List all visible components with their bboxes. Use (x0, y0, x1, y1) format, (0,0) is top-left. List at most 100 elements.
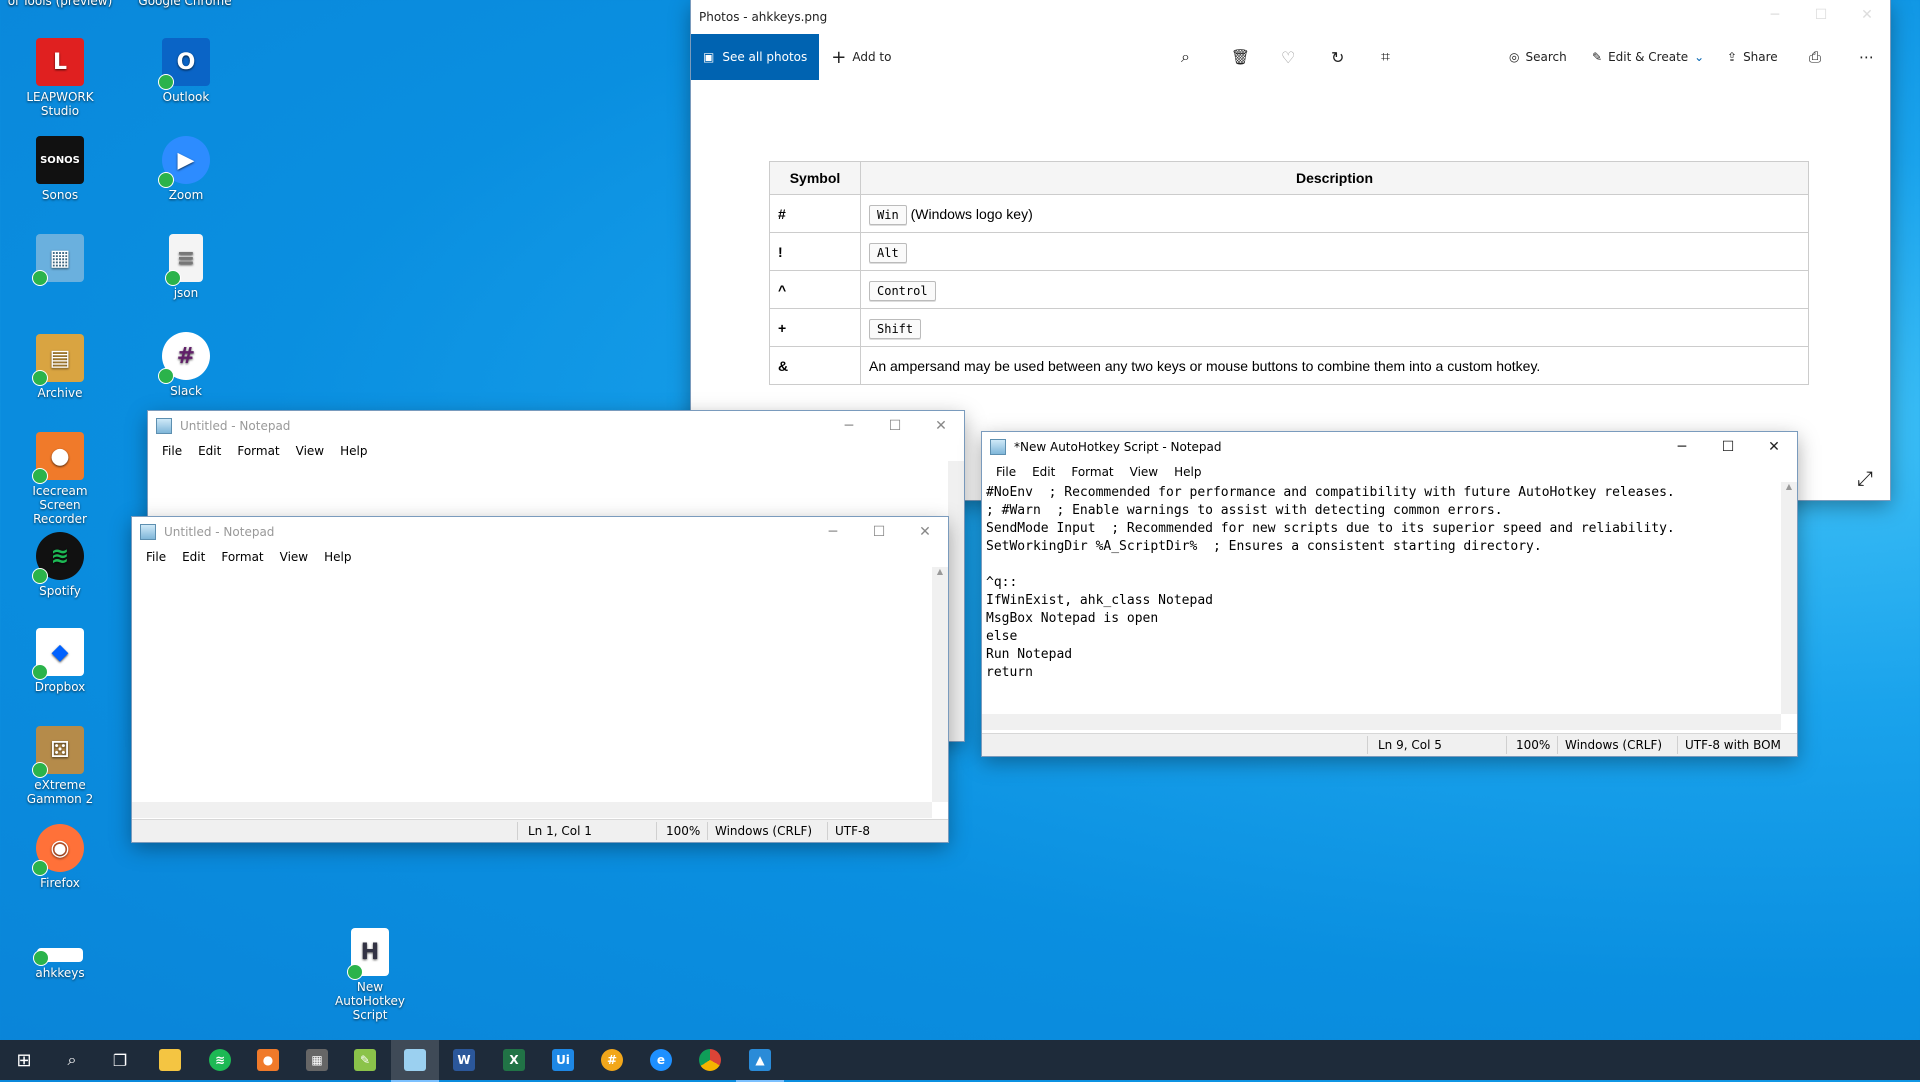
desktop-icon-sonos[interactable]: SONOS Sonos (12, 136, 108, 202)
notepad-icon[interactable] (391, 1040, 439, 1082)
menu-help[interactable]: Help (316, 550, 359, 564)
symbol-cell: ^ (769, 270, 861, 309)
desktop-icon-dropbox[interactable]: ◆ Dropbox (12, 628, 108, 694)
close-button[interactable]: ✕ (902, 517, 948, 547)
desktop-icon-icecream[interactable]: ● Icecream Screen Recorder (12, 432, 108, 526)
icon-label: Icecream Screen Recorder (32, 484, 88, 526)
delete-icon[interactable]: 🗑 (1231, 48, 1250, 66)
photos-icon[interactable]: ▲ (736, 1040, 784, 1082)
minimize-button[interactable]: ─ (1752, 0, 1798, 30)
desktop-icon-zoom[interactable]: ▶ Zoom (138, 136, 234, 202)
desktop-icon-unnamed[interactable]: ▦ (12, 234, 108, 286)
calculator-icon[interactable]: ▦ (293, 1040, 341, 1080)
menu-file[interactable]: File (154, 444, 190, 458)
desktop-icon-json[interactable]: ≡ json (138, 234, 234, 300)
crop-icon[interactable]: ⌗ (1381, 47, 1390, 67)
menu-view[interactable]: View (288, 444, 332, 458)
close-button[interactable]: ✕ (1751, 432, 1797, 462)
vertical-scrollbar[interactable]: ▲ (1781, 482, 1797, 714)
vertical-scrollbar[interactable]: ▲ (932, 567, 948, 802)
minimize-button[interactable]: ─ (1659, 432, 1705, 462)
close-button[interactable]: ✕ (1844, 0, 1890, 30)
add-to-button[interactable]: + Add to (831, 47, 891, 68)
edit-create-button[interactable]: ✎ Edit & Create ⌄ (1592, 50, 1704, 64)
share-button[interactable]: ⇪ Share (1727, 50, 1778, 64)
icecream-icon[interactable]: ● (244, 1040, 292, 1080)
menu-file[interactable]: File (138, 550, 174, 564)
desktop-icon-new-ahk-script[interactable]: H New AutoHotkey Script (322, 928, 418, 1022)
text-editor[interactable] (132, 567, 932, 806)
encoding: UTF-8 with BOM (1685, 738, 1781, 752)
desktop-icon-outlook[interactable]: O Outlook (138, 38, 234, 104)
scroll-up-icon[interactable]: ▲ (932, 567, 948, 576)
close-button[interactable]: ✕ (918, 411, 964, 441)
game-icon: ⚄ (32, 726, 84, 778)
desktop-icon-xgammon[interactable]: ⚄ eXtreme Gammon 2 (12, 726, 108, 806)
maximize-button[interactable]: ☐ (872, 411, 918, 441)
maximize-button[interactable]: ☐ (856, 517, 902, 547)
fullscreen-icon[interactable]: ⤢ (1857, 466, 1873, 490)
notepadpp-icon[interactable]: ✎ (341, 1040, 389, 1080)
horizontal-scrollbar[interactable] (982, 714, 1781, 730)
desktop-icon-archive[interactable]: ▤ Archive (12, 334, 108, 400)
menu-edit[interactable]: Edit (190, 444, 229, 458)
menu-format[interactable]: Format (213, 550, 271, 564)
symbol-cell: & (769, 346, 861, 385)
minimize-button[interactable]: ─ (810, 517, 856, 547)
search-button[interactable]: ◎ Search (1509, 50, 1567, 64)
photos-titlebar: Photos - ahkkeys.png ─ ☐ ✕ (691, 0, 1890, 34)
more-options-icon[interactable]: ⋯ (1859, 48, 1874, 66)
search-icon[interactable]: ⌕ (48, 1040, 96, 1080)
minimize-button[interactable]: ─ (826, 411, 872, 441)
autohotkey-icon: H (347, 928, 389, 980)
table-row: # Win (Windows logo key) (769, 194, 1809, 233)
menu-help[interactable]: Help (1166, 465, 1209, 479)
uipath-icon[interactable]: Ui (539, 1040, 587, 1080)
vertical-scrollbar[interactable] (948, 461, 964, 741)
outlook-icon: O (158, 38, 210, 90)
excel-icon[interactable]: X (490, 1040, 538, 1080)
zoom-icon[interactable]: ⌕ (1181, 47, 1190, 67)
word-icon[interactable]: W (440, 1040, 488, 1080)
spotify-icon[interactable]: ≋ (196, 1040, 244, 1080)
description-text: (Windows logo key) (910, 205, 1033, 222)
task-view-icon[interactable]: ❐ (96, 1040, 144, 1080)
cursor-position: Ln 1, Col 1 (528, 824, 592, 838)
text-editor[interactable]: #NoEnv ; Recommended for performance and… (982, 482, 1781, 718)
menu-file[interactable]: File (988, 465, 1024, 479)
menu-edit[interactable]: Edit (1024, 465, 1063, 479)
table-row: ^ Control (769, 270, 1809, 309)
menu-view[interactable]: View (1122, 465, 1166, 479)
sonos-icon: SONOS (36, 136, 84, 184)
rotate-icon[interactable]: ↻ (1331, 48, 1344, 67)
desktop-icon-leapwork[interactable]: L LEAPWORK Studio (12, 38, 108, 118)
print-icon[interactable]: ⎙ (1809, 48, 1821, 66)
scroll-up-icon[interactable]: ▲ (1781, 482, 1797, 491)
favorite-icon[interactable]: ♡ (1281, 48, 1295, 67)
menu-help[interactable]: Help (332, 444, 375, 458)
maximize-button[interactable]: ☐ (1705, 432, 1751, 462)
menu-format[interactable]: Format (1063, 465, 1121, 479)
menu-bar: File Edit Format View Help (148, 441, 964, 461)
desktop-icon-ahkkeys[interactable]: ahkkeys (12, 940, 108, 980)
description-cell: Win (Windows logo key) (860, 194, 1809, 233)
menu-format[interactable]: Format (229, 444, 287, 458)
desktop-icon-firefox[interactable]: ◉ Firefox (12, 824, 108, 890)
notepad-icon (990, 439, 1006, 455)
menu-edit[interactable]: Edit (174, 550, 213, 564)
maximize-button[interactable]: ☐ (1798, 0, 1844, 30)
table-row: ! Alt (769, 232, 1809, 271)
slack-icon[interactable]: # (588, 1040, 636, 1080)
chrome-icon[interactable] (686, 1040, 734, 1080)
start-icon[interactable]: ⊞ (0, 1040, 48, 1080)
chevron-down-icon: ⌄ (1694, 50, 1705, 64)
desktop-icon-slack[interactable]: # Slack (138, 332, 234, 398)
see-all-photos-button[interactable]: ▣ See all photos (691, 34, 820, 80)
description-cell: An ampersand may be used between any two… (860, 346, 1809, 385)
desktop-icon-spotify[interactable]: ≋ Spotify (12, 532, 108, 598)
horizontal-scrollbar[interactable] (132, 802, 932, 818)
menu-view[interactable]: View (272, 550, 316, 564)
icecream-icon: ● (32, 432, 84, 484)
file-explorer-icon[interactable] (146, 1040, 194, 1080)
edge-icon[interactable]: e (637, 1040, 685, 1080)
